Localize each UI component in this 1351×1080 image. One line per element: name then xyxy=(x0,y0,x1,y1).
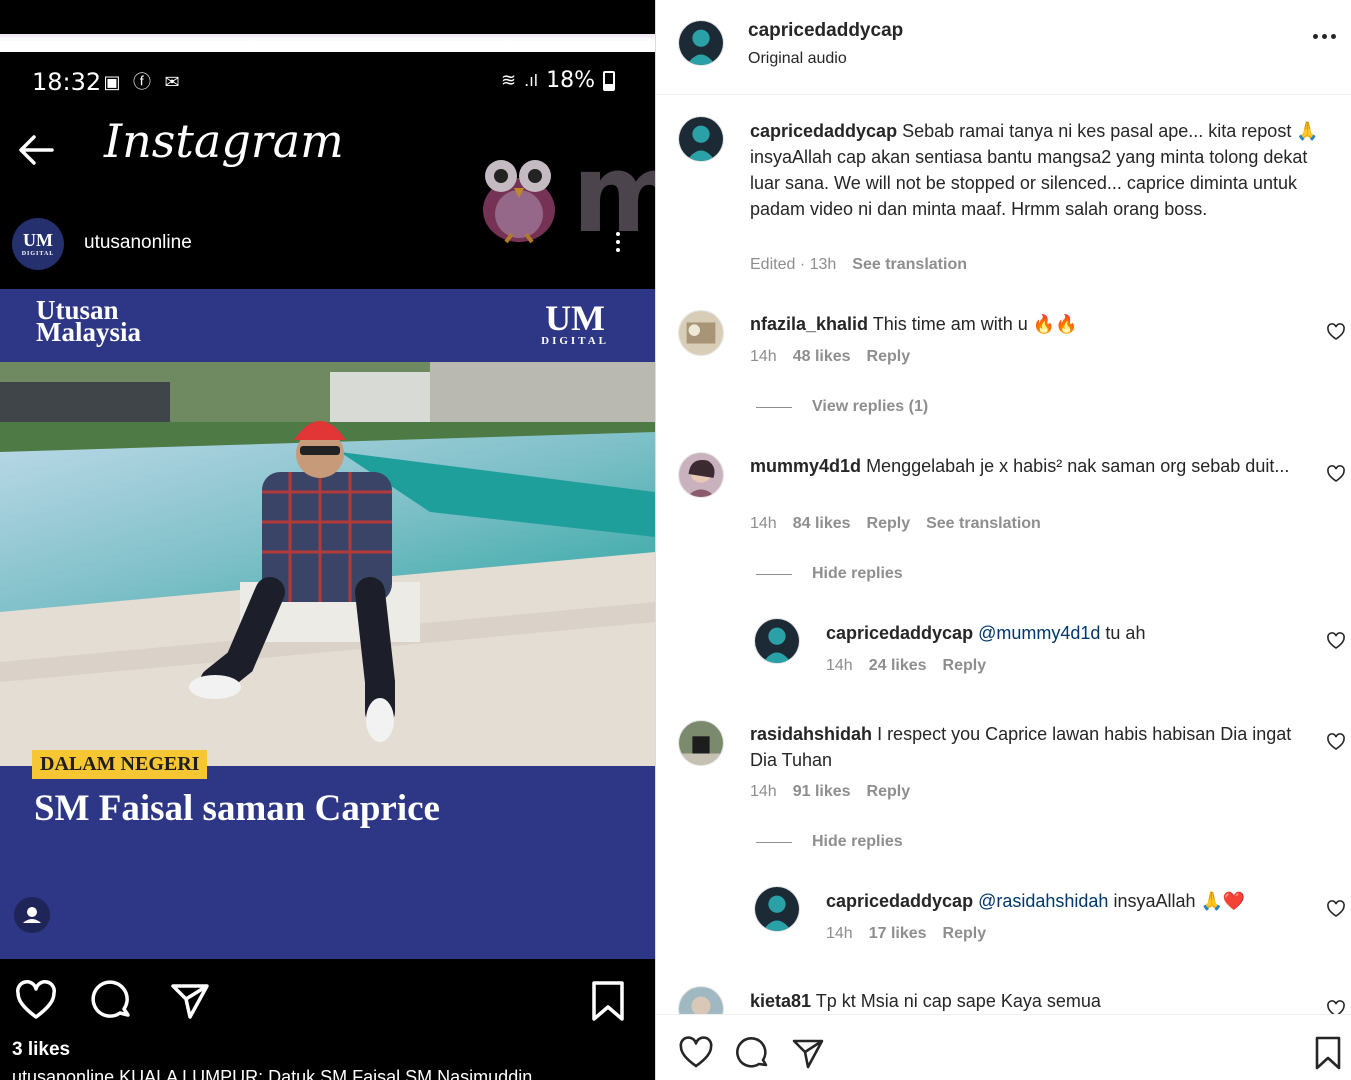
hide-replies-button[interactable]: Hide replies xyxy=(756,833,903,851)
battery-icon xyxy=(603,70,615,91)
avatar[interactable] xyxy=(678,452,724,498)
panel-action-bar xyxy=(656,1014,1351,1080)
comment-meta: 14h 48 likes Reply xyxy=(750,348,911,365)
utusan-malaysia-logo: Utusan Malaysia xyxy=(36,295,141,347)
more-options-icon[interactable] xyxy=(612,228,624,264)
avatar[interactable] xyxy=(678,310,724,356)
comments-panel: capricedaddycap Original audio capriceda… xyxy=(655,0,1351,1080)
avatar[interactable] xyxy=(754,886,800,932)
bookmark-icon[interactable] xyxy=(1310,1035,1346,1071)
facebook-icon: ⓕ xyxy=(133,72,151,92)
edited-time: Edited · 13h xyxy=(750,256,837,273)
comment-icon[interactable] xyxy=(90,979,134,1023)
reply-meta: 14h 17 likes Reply xyxy=(826,925,987,942)
avatar[interactable] xyxy=(678,720,724,766)
avatar[interactable] xyxy=(678,116,724,162)
bookmark-icon[interactable] xyxy=(586,979,630,1023)
comment-text: mummy4d1d Menggelabah je x habis² nak sa… xyxy=(750,456,1290,476)
mention-link[interactable]: @rasidahshidah xyxy=(978,891,1108,911)
comment-icon[interactable] xyxy=(734,1035,770,1071)
audio-label[interactable]: Original audio xyxy=(748,50,847,68)
category-tag: DALAM NEGERI xyxy=(32,750,208,779)
avatar[interactable] xyxy=(678,986,724,1014)
caption-username[interactable]: capricedaddycap xyxy=(750,121,897,141)
news-photo xyxy=(0,362,655,766)
post-media[interactable]: 18:32 ▣ ⓕ ✉ ≋ .ıl 18% Instagram m UM DIG… xyxy=(0,0,655,1080)
hide-replies-button[interactable]: Hide replies xyxy=(756,565,903,583)
gmail-icon: ✉ xyxy=(164,72,180,92)
comment-meta: 14h 84 likes Reply See translation xyxy=(750,515,1041,532)
like-comment-heart-icon[interactable] xyxy=(1326,999,1346,1014)
post-username[interactable]: utusanonline xyxy=(84,232,192,254)
phone-time: 18:32 xyxy=(32,68,102,96)
avatar[interactable]: UM DIGITAL xyxy=(12,218,64,270)
caption-meta: Edited · 13h See translation xyxy=(750,256,967,274)
like-comment-heart-icon[interactable] xyxy=(1326,631,1346,651)
comment-text: kieta81 Tp kt Msia ni cap sape Kaya semu… xyxy=(750,991,1101,1011)
heart-icon[interactable] xyxy=(678,1035,714,1071)
comment-text: nfazila_khalid This time am with u 🔥🔥 xyxy=(750,314,1078,334)
instagram-app-header: Instagram xyxy=(0,110,655,190)
caption-text: capricedaddycap Sebab ramai tanya ni kes… xyxy=(750,121,1319,219)
like-comment-heart-icon[interactable] xyxy=(1326,899,1346,919)
like-comment-heart-icon[interactable] xyxy=(1326,732,1346,752)
reply-meta: 14h 24 likes Reply xyxy=(826,657,987,674)
like-count[interactable]: 3 likes xyxy=(12,1039,70,1061)
um-digital-logo: UM DIGITAL xyxy=(541,298,609,347)
news-card: Utusan Malaysia UM DIGITAL DALAM NEGERI … xyxy=(0,289,655,959)
post-caption-preview: utusanonline KUALA LUMPUR: Datuk SM Fais… xyxy=(12,1067,533,1080)
news-headline: SM Faisal saman Caprice xyxy=(34,788,440,829)
share-icon[interactable] xyxy=(168,979,212,1023)
gallery-icon: ▣ xyxy=(103,72,121,92)
header-username[interactable]: capricedaddycap xyxy=(748,20,903,42)
comment-list[interactable]: capricedaddycap Sebab ramai tanya ni kes… xyxy=(656,96,1351,1014)
mention-link[interactable]: @mummy4d1d xyxy=(978,623,1100,643)
reply-text: capricedaddycap @mummy4d1d tu ah xyxy=(826,623,1146,643)
view-replies-button[interactable]: View replies (1) xyxy=(756,398,928,416)
like-comment-heart-icon[interactable] xyxy=(1326,322,1346,342)
media-top-strip xyxy=(0,0,655,34)
tagged-user-icon[interactable] xyxy=(14,897,50,933)
battery-percent: 18% xyxy=(546,68,595,93)
see-translation-link[interactable]: See translation xyxy=(852,256,967,274)
more-options-icon[interactable] xyxy=(1313,34,1336,39)
comment-text: rasidahshidah I respect you Caprice lawa… xyxy=(750,724,1292,770)
share-icon[interactable] xyxy=(790,1035,826,1071)
signal-icon: .ıl xyxy=(524,71,539,90)
phone-status-bar: 18:32 ▣ ⓕ ✉ ≋ .ıl 18% xyxy=(0,58,655,106)
comment-meta: 14h 91 likes Reply xyxy=(750,783,911,800)
reply-text: capricedaddycap @rasidahshidah insyaAlla… xyxy=(826,891,1246,911)
instagram-logo: Instagram xyxy=(104,114,344,168)
media-action-bar: 3 likes utusanonline KUALA LUMPUR: Datuk… xyxy=(0,965,655,1080)
avatar[interactable] xyxy=(678,20,724,66)
back-arrow-icon[interactable] xyxy=(14,128,58,172)
heart-icon[interactable] xyxy=(14,979,58,1023)
like-comment-heart-icon[interactable] xyxy=(1326,464,1346,484)
post-author-row: UM DIGITAL utusanonline xyxy=(0,210,655,278)
panel-header: capricedaddycap Original audio xyxy=(656,0,1351,95)
media-top-band xyxy=(0,34,655,52)
wifi-icon: ≋ xyxy=(501,70,517,91)
avatar[interactable] xyxy=(754,618,800,664)
